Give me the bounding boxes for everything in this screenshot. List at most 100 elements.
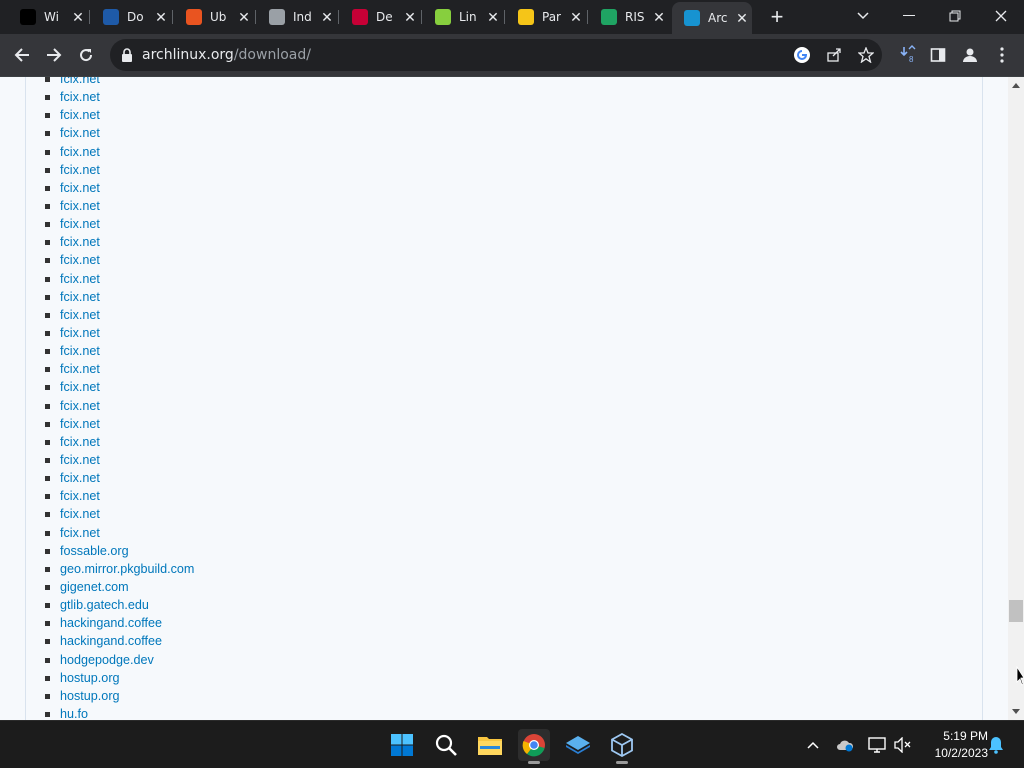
browser-tab[interactable]: Wi ✕ — [8, 4, 88, 30]
browser-tab[interactable]: Par ✕ — [506, 4, 586, 30]
virtualbox-icon[interactable] — [606, 729, 638, 764]
url-text[interactable]: archlinux.org/download/ — [142, 47, 311, 63]
browser-tab[interactable]: RIS ✕ — [589, 4, 669, 30]
mirror-link[interactable]: fossable.org — [60, 542, 129, 560]
tab-separator — [338, 10, 339, 24]
mirror-link[interactable]: fcix.net — [60, 77, 100, 88]
profile-avatar-icon[interactable] — [958, 43, 982, 67]
running-indicator — [528, 761, 540, 764]
tab-close-icon[interactable]: ✕ — [236, 9, 252, 25]
notification-bell-icon[interactable] — [986, 735, 1006, 755]
mirror-link[interactable]: hodgepodge.dev — [60, 651, 154, 669]
reload-button[interactable] — [74, 43, 98, 67]
ubuntu-icon — [186, 9, 202, 25]
mirror-link[interactable]: fcix.net — [60, 161, 100, 179]
side-panel-icon[interactable] — [926, 43, 950, 67]
mirror-link[interactable]: hackingand.coffee — [60, 632, 162, 650]
tab-close-icon[interactable]: ✕ — [568, 9, 584, 25]
mirror-link[interactable]: fcix.net — [60, 215, 100, 233]
mirror-link[interactable]: hostup.org — [60, 669, 120, 687]
windows-start-icon[interactable] — [386, 729, 418, 761]
mirror-link[interactable]: fcix.net — [60, 143, 100, 161]
file-explorer-icon[interactable] — [474, 729, 506, 761]
url-host: archlinux.org — [142, 47, 234, 63]
back-button[interactable] — [10, 43, 34, 67]
mirror-link[interactable]: fcix.net — [60, 233, 100, 251]
system-clock[interactable]: 5:19 PM 10/2/2023 — [918, 728, 988, 762]
globe-icon — [269, 9, 285, 25]
tab-close-icon[interactable]: ✕ — [153, 9, 169, 25]
restore-button[interactable] — [932, 0, 978, 32]
windows-taskbar: 5:19 PM 10/2/2023 — [0, 720, 1024, 768]
mirror-link[interactable]: fcix.net — [60, 124, 100, 142]
clock-time: 5:19 PM — [943, 729, 988, 743]
mirror-link[interactable]: geo.mirror.pkgbuild.com — [60, 560, 194, 578]
tab-close-icon[interactable]: ✕ — [485, 9, 501, 25]
new-tab-button[interactable]: + — [766, 4, 788, 29]
mirror-link[interactable]: hackingand.coffee — [60, 614, 162, 632]
close-window-button[interactable] — [978, 0, 1024, 32]
mirror-link[interactable]: fcix.net — [60, 324, 100, 342]
mirror-link[interactable]: fcix.net — [60, 197, 100, 215]
page-scrollbar[interactable] — [1008, 77, 1024, 720]
tab-close-icon[interactable]: ✕ — [651, 9, 667, 25]
mirror-link[interactable]: fcix.net — [60, 306, 100, 324]
scroll-down-arrow-icon[interactable] — [1012, 709, 1020, 714]
browser-tab[interactable]: Ind ✕ — [257, 4, 337, 30]
mirror-link[interactable]: fcix.net — [60, 360, 100, 378]
mirror-link[interactable]: hostup.org — [60, 687, 120, 705]
layers-app-icon[interactable] — [562, 729, 594, 761]
scroll-up-arrow-icon[interactable] — [1012, 83, 1020, 88]
mirror-link[interactable]: fcix.net — [60, 106, 100, 124]
mirror-link[interactable]: fcix.net — [60, 270, 100, 288]
mirror-link[interactable]: fcix.net — [60, 251, 100, 269]
mouse-cursor-icon — [1016, 666, 1024, 686]
mirror-link[interactable]: fcix.net — [60, 179, 100, 197]
mirror-link[interactable]: fcix.net — [60, 378, 100, 396]
lock-icon[interactable] — [119, 47, 135, 63]
speaker-muted-icon[interactable] — [893, 735, 913, 755]
mirror-link[interactable]: gigenet.com — [60, 578, 129, 596]
chevron-up-icon[interactable] — [803, 735, 823, 755]
bookmark-star-icon[interactable] — [855, 44, 877, 66]
browser-tab[interactable]: Do ✕ — [91, 4, 171, 30]
mirror-link[interactable]: hu.fo — [60, 705, 88, 720]
tab-title: Wi — [44, 10, 59, 24]
chrome-icon[interactable] — [518, 729, 550, 764]
mirror-link[interactable]: fcix.net — [60, 415, 100, 433]
mirror-link[interactable]: fcix.net — [60, 469, 100, 487]
mirror-link[interactable]: gtlib.gatech.edu — [60, 596, 149, 614]
mirror-link[interactable]: fcix.net — [60, 433, 100, 451]
tab-title: Arc — [708, 11, 728, 25]
tab-separator — [504, 10, 505, 24]
browser-tab[interactable]: Lin ✕ — [423, 4, 503, 30]
share-icon[interactable] — [823, 44, 845, 66]
mirror-link[interactable]: fcix.net — [60, 487, 100, 505]
mirror-link[interactable]: fcix.net — [60, 397, 100, 415]
search-icon[interactable] — [430, 729, 462, 761]
browser-tab[interactable]: De ✕ — [340, 4, 420, 30]
browser-tab[interactable]: Ub ✕ — [174, 4, 254, 30]
wikipedia-icon — [20, 9, 36, 25]
tab-close-icon[interactable]: ✕ — [734, 10, 750, 26]
tab-search-button[interactable] — [840, 0, 886, 32]
minimize-button[interactable] — [886, 0, 932, 32]
downloads-icon[interactable]: 8 — [896, 43, 920, 67]
google-lens-icon[interactable] — [791, 44, 813, 66]
address-bar[interactable]: archlinux.org/download/ — [110, 39, 882, 71]
mirror-link[interactable]: fcix.net — [60, 342, 100, 360]
menu-kebab-icon[interactable] — [990, 43, 1014, 67]
mirror-link[interactable]: fcix.net — [60, 88, 100, 106]
browser-tab[interactable]: Arc ✕ — [672, 2, 752, 34]
forward-button[interactable] — [42, 43, 66, 67]
display-icon[interactable] — [867, 735, 887, 755]
tab-close-icon[interactable]: ✕ — [402, 9, 418, 25]
tab-close-icon[interactable]: ✕ — [70, 9, 86, 25]
mirror-link[interactable]: fcix.net — [60, 524, 100, 542]
onedrive-cloud-icon[interactable] — [835, 735, 855, 755]
mirror-link[interactable]: fcix.net — [60, 451, 100, 469]
mirror-link[interactable]: fcix.net — [60, 505, 100, 523]
mirror-link[interactable]: fcix.net — [60, 288, 100, 306]
scroll-thumb[interactable] — [1009, 600, 1023, 622]
tab-close-icon[interactable]: ✕ — [319, 9, 335, 25]
